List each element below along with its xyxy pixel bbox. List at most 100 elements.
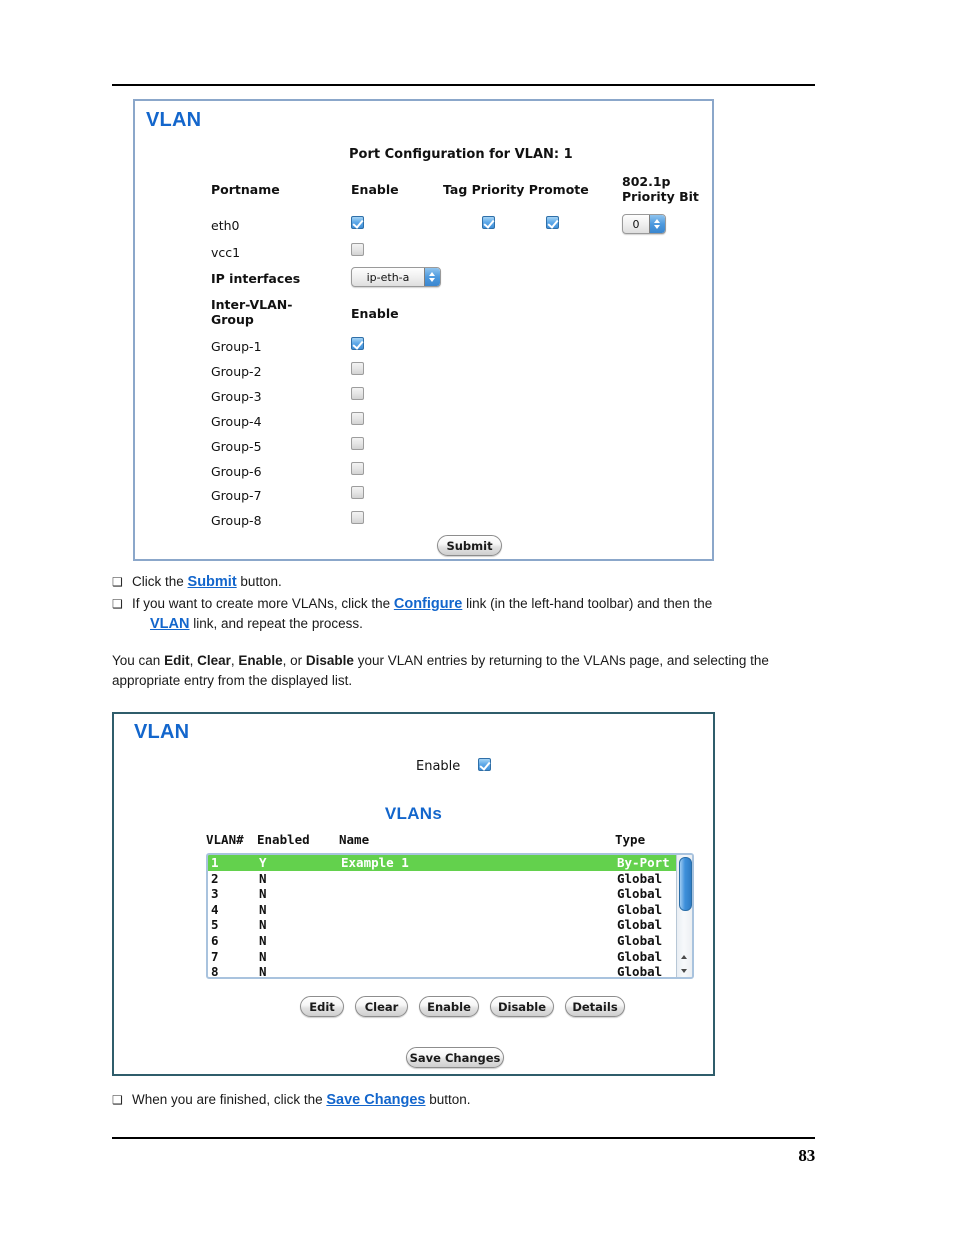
vlan-cell-ena: N [259, 901, 267, 917]
vlan-cell-ena: N [259, 932, 267, 948]
column-header-enabled: Enabled [257, 832, 310, 847]
checkbox-vcc1-enable[interactable] [351, 243, 364, 256]
vlan-list-panel: VLAN Enable VLANs VLAN# Enabled Name Typ… [112, 712, 715, 1076]
label-group-7: Group-7 [211, 488, 262, 503]
checkbox-group-8[interactable] [351, 511, 364, 524]
vlan-cell-name: Example 1 [341, 855, 409, 870]
link-submit[interactable]: Submit [188, 574, 237, 590]
vlan-cell-type: Global [617, 886, 663, 902]
column-header-group-enable: Enable [351, 306, 399, 321]
label-ip-interfaces: IP interfaces [211, 271, 301, 286]
port-configuration-heading: Port Configuration for VLAN: 1 [349, 147, 573, 162]
vlan-cell-num: 5 [211, 917, 219, 933]
label-group-8: Group-8 [211, 513, 262, 528]
vlan-list-box[interactable]: 1 Y Example 1 By-Port 2 N Global 3 N Global 4 N Glob… [206, 853, 694, 979]
page-rule-bottom [112, 1137, 815, 1139]
vlan-cell-ena: Y [259, 855, 267, 870]
vlan-cell-num: 2 [211, 870, 219, 886]
paragraph-pre: You can [112, 653, 165, 668]
bullet-click-save-changes: ❑ When you are finished, click the Save … [112, 1090, 832, 1110]
bullet-text-pre: Click the [132, 574, 188, 589]
select-ip-interface[interactable]: ip-eth-a [351, 267, 441, 287]
page-number: 83 [798, 1146, 815, 1165]
checkbox-group-4[interactable] [351, 412, 364, 425]
panel-title: VLAN [134, 721, 190, 743]
vlan-cell-num: 3 [211, 886, 219, 902]
vlan-table-row[interactable]: 4 N Global [208, 902, 676, 918]
bullet-line-1: If you want to create more VLANs, click … [132, 594, 832, 614]
vlans-heading: VLANs [384, 804, 443, 823]
scrollbar-thumb[interactable] [679, 857, 692, 911]
vlan-cell-num: 8 [211, 964, 219, 979]
vlan-table-row[interactable]: 8 N Global [208, 964, 676, 979]
checkbox-group-6[interactable] [351, 462, 364, 475]
label-group-3: Group-3 [211, 389, 262, 404]
vlan-cell-num: 4 [211, 901, 219, 917]
vlan-table-row[interactable]: 5 N Global [208, 917, 676, 933]
label-group-2: Group-2 [211, 364, 262, 379]
vlan-cell-num: 1 [211, 855, 219, 870]
bullet-click-submit: ❑ Click the Submit button. [112, 572, 832, 592]
vlan-rows-container: 1 Y Example 1 By-Port 2 N Global 3 N Global 4 N Glob… [208, 855, 676, 977]
link-save-changes[interactable]: Save Changes [326, 1092, 425, 1108]
vlan-cell-num: 7 [211, 948, 219, 964]
checkbox-group-5[interactable] [351, 437, 364, 450]
vertical-scrollbar[interactable] [676, 855, 692, 977]
vlan-cell-type: Global [617, 870, 663, 886]
checkbox-eth0-enable[interactable] [351, 216, 364, 229]
vlan-cell-ena: N [259, 964, 267, 979]
clear-button[interactable]: Clear [355, 996, 408, 1017]
term-edit: Edit [164, 653, 190, 668]
vlan-cell-type: Global [617, 932, 663, 948]
vlan-table-row[interactable]: 2 N Global [208, 871, 676, 887]
vlan-table-row[interactable]: 3 N Global [208, 886, 676, 902]
bullet-create-more-vlans: ❑ If you want to create more VLANs, clic… [112, 594, 832, 634]
checkbox-eth0-promote[interactable] [546, 216, 559, 229]
checkbox-vlan-enable[interactable] [478, 758, 491, 771]
port-row-label-vcc1: vcc1 [211, 245, 241, 260]
stepper-arrows-icon[interactable] [649, 215, 665, 233]
term-clear: Clear [197, 653, 231, 668]
disable-button[interactable]: Disable [490, 996, 554, 1017]
column-header-enable: Enable [351, 182, 399, 197]
scroll-up-arrow-icon[interactable] [677, 951, 692, 964]
sep-3: , or [282, 653, 306, 668]
bullet-glyph-icon: ❑ [112, 1093, 123, 1107]
column-header-vlan-number: VLAN# [206, 832, 244, 847]
vlan-table-row[interactable]: 6 N Global [208, 933, 676, 949]
stepper-arrows-icon[interactable] [424, 268, 440, 286]
checkbox-group-3[interactable] [351, 387, 364, 400]
column-header-name: Name [339, 832, 370, 847]
vlan-cell-num: 6 [211, 932, 219, 948]
enable-button[interactable]: Enable [419, 996, 479, 1017]
vlan-cell-type: Global [617, 917, 663, 933]
vlan-cell-ena: N [259, 886, 267, 902]
label-group-5: Group-5 [211, 439, 262, 454]
bullet-text-pre: When you are finished, click the [132, 1092, 327, 1107]
details-button[interactable]: Details [565, 996, 625, 1017]
checkbox-group-2[interactable] [351, 362, 364, 375]
link-vlan[interactable]: VLAN [150, 616, 189, 632]
vlan-cell-ena: N [259, 870, 267, 886]
checkbox-eth0-tag-priority[interactable] [482, 216, 495, 229]
edit-button[interactable]: Edit [300, 996, 344, 1017]
vlan-table-row[interactable]: 7 N Global [208, 949, 676, 965]
bullet-text-mid: link (in the left-hand toolbar) and then… [462, 596, 713, 611]
link-configure[interactable]: Configure [394, 596, 462, 612]
paragraph-edit-clear-enable-disable: You can Edit, Clear, Enable, or Disable … [112, 651, 818, 691]
select-eth0-priority-bit[interactable]: 0 [622, 214, 666, 234]
sep-1: , [189, 653, 198, 668]
save-changes-button[interactable]: Save Changes [406, 1047, 504, 1068]
term-disable: Disable [305, 653, 354, 668]
scroll-down-arrow-icon[interactable] [677, 964, 692, 977]
vlan-cell-type: Global [617, 948, 663, 964]
vlan-table-row[interactable]: 1 Y Example 1 By-Port [208, 855, 676, 871]
bullet-text-post: button. [236, 574, 282, 589]
bullet-text: When you are finished, click the Save Ch… [132, 1090, 832, 1110]
port-row-label-eth0: eth0 [211, 218, 240, 233]
checkbox-group-1[interactable] [351, 337, 364, 350]
label-group-6: Group-6 [211, 464, 262, 479]
bullet-text: If you want to create more VLANs, click … [132, 594, 832, 634]
checkbox-group-7[interactable] [351, 486, 364, 499]
submit-button[interactable]: Submit [437, 535, 502, 556]
